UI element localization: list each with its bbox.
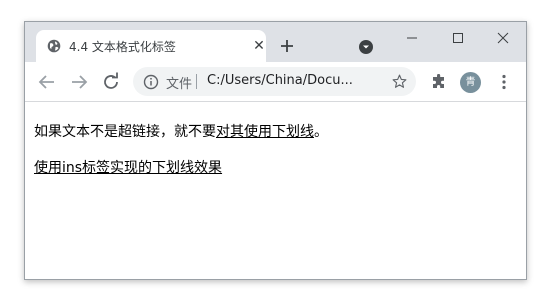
menu-icon[interactable] xyxy=(498,74,510,90)
close-icon[interactable]: ✕ xyxy=(249,36,269,56)
url-text[interactable]: C:/Users/China/Docu... xyxy=(207,73,353,88)
period: 。 xyxy=(314,124,328,140)
title-bar: 4.4 文本格式化标签 ✕ xyxy=(25,22,526,62)
file-chip: 文件 xyxy=(166,77,193,92)
toolbar: 文件 C:/Users/China/Docu... 青 xyxy=(25,62,526,102)
page-content: 如果文本不是超链接，就不要对其使用下划线。 使用ins标签实现的下划线效果 xyxy=(25,102,526,279)
window-close-button[interactable] xyxy=(480,22,526,54)
info-icon[interactable] xyxy=(143,74,159,90)
maximize-button[interactable] xyxy=(435,22,481,54)
ins-text: 使用ins标签实现的下划线效果 xyxy=(34,160,223,176)
maximize-icon xyxy=(453,33,463,43)
reload-icon[interactable] xyxy=(99,70,123,94)
globe-icon xyxy=(47,39,61,53)
avatar[interactable]: 青 xyxy=(460,72,481,93)
underlined-text: 对其使用下划线 xyxy=(216,124,314,140)
address-bar[interactable]: 文件 C:/Users/China/Docu... xyxy=(133,67,416,96)
minimize-icon xyxy=(407,37,417,39)
active-tab[interactable]: 4.4 文本格式化标签 ✕ xyxy=(36,30,266,62)
paragraph-2: 使用ins标签实现的下划线效果 xyxy=(34,157,222,177)
plain-text: 如果文本不是超链接，就不要 xyxy=(34,124,216,140)
minimize-button[interactable] xyxy=(389,22,435,54)
paragraph-1: 如果文本不是超链接，就不要对其使用下划线。 xyxy=(34,121,328,141)
star-icon[interactable] xyxy=(391,73,408,90)
back-icon[interactable] xyxy=(35,70,59,94)
window-close-icon xyxy=(497,32,509,44)
chip-separator xyxy=(196,74,197,89)
forward-icon[interactable] xyxy=(67,70,91,94)
tab-search-icon[interactable] xyxy=(358,39,374,55)
browser-window: 4.4 文本格式化标签 ✕ 文件 C:/Users/China/Docu... … xyxy=(24,21,527,280)
extensions-icon[interactable] xyxy=(431,74,447,90)
plus-icon[interactable] xyxy=(276,35,298,57)
tab-title: 4.4 文本格式化标签 xyxy=(69,40,176,54)
